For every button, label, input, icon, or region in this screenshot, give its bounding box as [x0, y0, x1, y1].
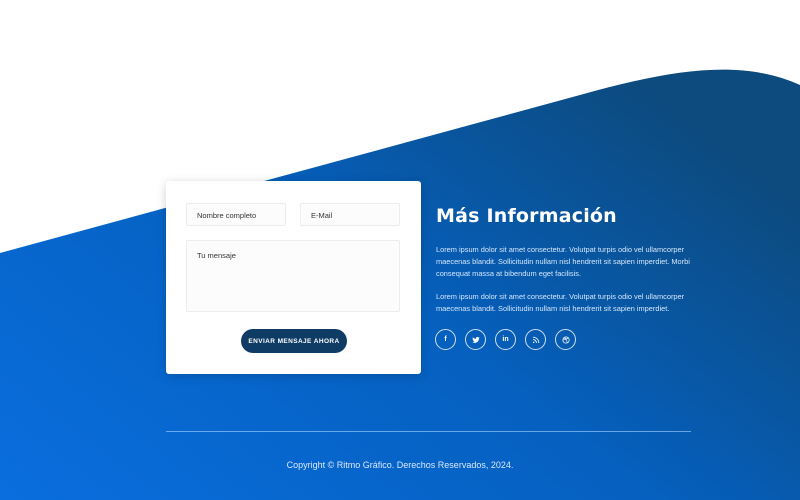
social-links: f in	[435, 329, 576, 350]
linkedin-icon[interactable]: in	[495, 329, 516, 350]
dribbble-icon[interactable]	[555, 329, 576, 350]
info-paragraph-1: Lorem ipsum dolor sit amet consectetur. …	[436, 245, 690, 278]
info-title: Más Información	[436, 205, 617, 227]
twitter-icon[interactable]	[465, 329, 486, 350]
message-field[interactable]: Tu mensaje	[186, 240, 400, 312]
rss-icon[interactable]	[525, 329, 546, 350]
copyright-text: Copyright © Ritmo Gráfico. Derechos Rese…	[286, 460, 514, 470]
contact-form-card: Nombre completo E-Mail Tu mensaje ENVIAR…	[166, 181, 421, 374]
footer-divider	[166, 431, 691, 432]
facebook-icon[interactable]: f	[435, 329, 456, 350]
info-paragraph-2: Lorem ipsum dolor sit amet consectetur. …	[436, 292, 685, 313]
submit-button[interactable]: ENVIAR MENSAJE AHORA	[241, 329, 347, 353]
name-field[interactable]: Nombre completo	[186, 203, 286, 226]
email-field[interactable]: E-Mail	[300, 203, 400, 226]
